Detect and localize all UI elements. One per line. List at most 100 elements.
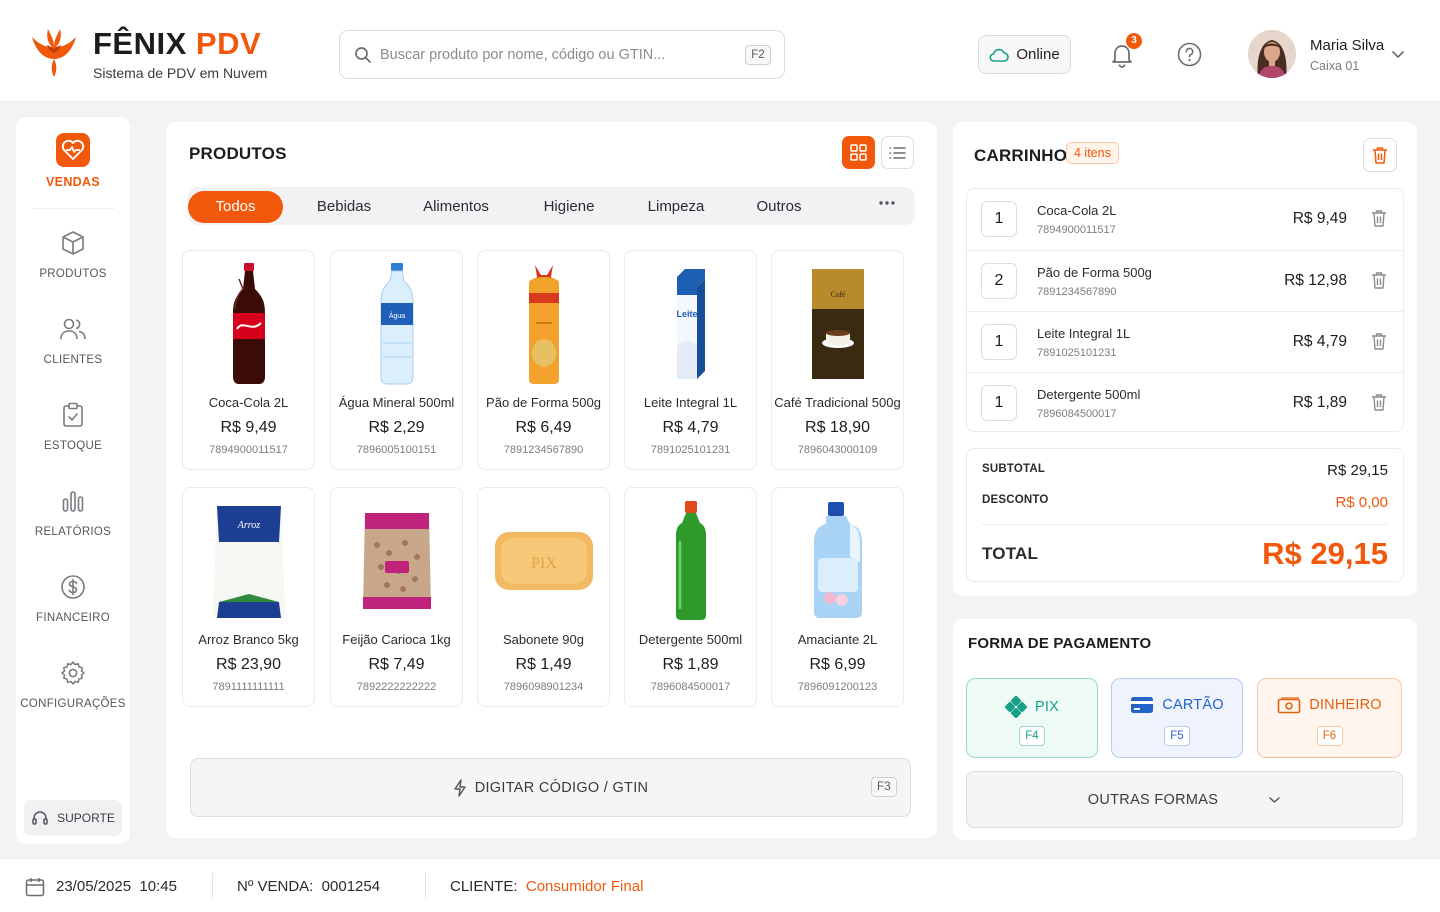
- online-status-button[interactable]: Online: [978, 35, 1071, 74]
- cart-panel: CARRINHO 4 itens 1 Coca-Cola 2L 78949000…: [953, 122, 1417, 596]
- product-card[interactable]: Feijão Carioca 1kg R$ 7,49 7892222222222: [330, 487, 463, 707]
- product-card[interactable]: Coca-Cola 2L R$ 9,49 7894900011517: [182, 250, 315, 470]
- product-search[interactable]: F2: [339, 30, 785, 79]
- product-code: 7896005100151: [356, 444, 437, 456]
- cart-item-price: R$ 4,79: [1292, 333, 1347, 350]
- pay-card-button[interactable]: CARTÃO F5: [1111, 678, 1243, 758]
- client-value[interactable]: Consumidor Final: [526, 878, 644, 895]
- top-header: FÊNIX PDV Sistema de PDV em Nuvem F2 Onl…: [0, 0, 1440, 102]
- trash-icon: [1372, 146, 1388, 164]
- product-price: R$ 1,89: [662, 656, 719, 673]
- tab-todos[interactable]: Todos: [188, 191, 283, 223]
- product-name: Leite Integral 1L: [643, 395, 738, 410]
- support-button[interactable]: SUPORTE: [24, 800, 122, 836]
- sidebar-item-label: ESTOQUE: [43, 440, 103, 452]
- rice-bag-image: Arroz: [183, 496, 314, 626]
- search-input[interactable]: [380, 31, 730, 78]
- grid-view-button[interactable]: [842, 136, 875, 169]
- cart-item[interactable]: 1 Detergente 500ml 7896084500017 R$ 1,89: [967, 372, 1403, 433]
- product-card[interactable]: PIX Sabonete 90g R$ 1,49 7896098901234: [477, 487, 610, 707]
- brand-subtitle: Sistema de PDV em Nuvem: [93, 65, 268, 81]
- tab-limpeza[interactable]: Limpeza: [628, 191, 724, 223]
- pay-pix-label: PIX: [1035, 699, 1059, 715]
- bar-chart-icon: [56, 484, 90, 518]
- beans-bag-image: [331, 496, 462, 626]
- product-name: Feijão Carioca 1kg: [342, 632, 451, 647]
- cart-item-price: R$ 9,49: [1292, 210, 1347, 227]
- sidebar-item-clientes[interactable]: CLIENTES: [16, 312, 130, 366]
- code-shortcut-key: F3: [871, 777, 897, 797]
- pay-pix-button[interactable]: PIX F4: [966, 678, 1098, 758]
- product-card[interactable]: Leite Leite Integral 1L R$ 4,79 78910251…: [624, 250, 757, 470]
- help-circle-icon[interactable]: [1177, 42, 1202, 67]
- chevron-down-icon: [1268, 796, 1281, 804]
- trash-icon[interactable]: [1371, 271, 1387, 289]
- fabric-softener-image: [772, 496, 903, 626]
- avatar[interactable]: [1248, 30, 1296, 78]
- sidebar-item-estoque[interactable]: ESTOQUE: [16, 398, 130, 452]
- product-name: Água Mineral 500ml: [338, 395, 455, 410]
- products-panel: PRODUTOS Todos Bebidas Alimentos Higiene…: [166, 122, 937, 838]
- product-card[interactable]: Detergente 500ml R$ 1,89 7896084500017: [624, 487, 757, 707]
- cart-item-qty[interactable]: 1: [981, 385, 1017, 421]
- pay-cash-label: DINHEIRO: [1309, 697, 1382, 713]
- list-view-button[interactable]: [881, 136, 914, 169]
- pay-cash-button[interactable]: DINHEIRO F6: [1257, 678, 1402, 758]
- tab-bebidas[interactable]: Bebidas: [296, 191, 392, 223]
- chevron-down-icon[interactable]: [1391, 50, 1405, 59]
- cart-item[interactable]: 1 Leite Integral 1L 7891025101231 R$ 4,7…: [967, 311, 1403, 372]
- subtotal-value: R$ 29,15: [1327, 462, 1388, 479]
- product-card[interactable]: Arroz Arroz Branco 5kg R$ 23,90 78911111…: [182, 487, 315, 707]
- client-label: CLIENTE:: [450, 878, 518, 895]
- product-card[interactable]: Pão de Forma 500g R$ 6,49 7891234567890: [477, 250, 610, 470]
- cart-item-code: 7891025101231: [1037, 347, 1117, 359]
- pay-card-label: CARTÃO: [1162, 697, 1224, 713]
- type-code-button[interactable]: DIGITAR CÓDIGO / GTIN F3: [190, 758, 911, 817]
- status-footer: 23/05/2025 10:45 Nº VENDA: 0001254 CLIEN…: [0, 858, 1440, 912]
- cart-title: CARRINHO: [974, 146, 1068, 165]
- sidebar-item-label: RELATÓRIOS: [34, 526, 112, 538]
- tab-outros[interactable]: Outros: [731, 191, 827, 223]
- product-card[interactable]: Água Água Mineral 500ml R$ 2,29 78960051…: [330, 250, 463, 470]
- grid-icon: [850, 144, 867, 161]
- sidebar-item-configuracoes[interactable]: CONFIGURAÇÕES: [16, 656, 130, 710]
- product-price: R$ 4,79: [662, 419, 719, 436]
- product-name: Sabonete 90g: [503, 632, 584, 647]
- product-name: Arroz Branco 5kg: [198, 632, 299, 647]
- product-name: Detergente 500ml: [638, 632, 743, 647]
- sidebar-item-relatorios[interactable]: RELATÓRIOS: [16, 484, 130, 538]
- cart-item[interactable]: 2 Pão de Forma 500g 7891234567890 R$ 12,…: [967, 250, 1403, 311]
- tab-higiene[interactable]: Higiene: [521, 191, 617, 223]
- cart-item-price: R$ 1,89: [1292, 394, 1347, 411]
- cart-item-qty[interactable]: 1: [981, 201, 1017, 237]
- sidebar-item-vendas[interactable]: VENDAS: [16, 133, 130, 189]
- cloud-icon: [989, 48, 1010, 62]
- more-dots-icon[interactable]: [878, 200, 896, 206]
- product-card[interactable]: Amaciante 2L R$ 6,99 7896091200123: [771, 487, 904, 707]
- sidebar-item-produtos[interactable]: PRODUTOS: [16, 226, 130, 280]
- tab-alimentos[interactable]: Alimentos: [408, 191, 504, 223]
- headset-icon: [31, 809, 49, 827]
- coca-cola-bottle-image: [183, 259, 314, 389]
- sidebar-item-financeiro[interactable]: FINANCEIRO: [16, 570, 130, 624]
- product-code: 7891025101231: [650, 444, 731, 456]
- type-code-label: DIGITAR CÓDIGO / GTIN: [474, 779, 649, 796]
- trash-icon[interactable]: [1371, 393, 1387, 411]
- list-icon: [889, 146, 906, 160]
- product-card[interactable]: Café Café Tradicional 500g R$ 18,90 7896…: [771, 250, 904, 470]
- cart-item-qty[interactable]: 1: [981, 324, 1017, 360]
- cart-item[interactable]: 1 Coca-Cola 2L 7894900011517 R$ 9,49: [967, 189, 1403, 250]
- cart-item-qty[interactable]: 2: [981, 263, 1017, 299]
- clear-cart-button[interactable]: [1363, 138, 1397, 172]
- other-payment-button[interactable]: OUTRAS FORMAS: [966, 771, 1403, 828]
- pay-card-key: F5: [1164, 726, 1190, 746]
- total-value: R$ 29,15: [1262, 536, 1388, 571]
- online-status-label: Online: [1016, 46, 1060, 63]
- trash-icon[interactable]: [1371, 332, 1387, 350]
- cart-item-name: Detergente 500ml: [1037, 387, 1141, 402]
- product-code: 7892222222222: [356, 681, 437, 693]
- product-price: R$ 1,49: [515, 656, 572, 673]
- product-price: R$ 6,99: [809, 656, 866, 673]
- footer-sale: Nº VENDA: 0001254: [237, 878, 380, 895]
- trash-icon[interactable]: [1371, 209, 1387, 227]
